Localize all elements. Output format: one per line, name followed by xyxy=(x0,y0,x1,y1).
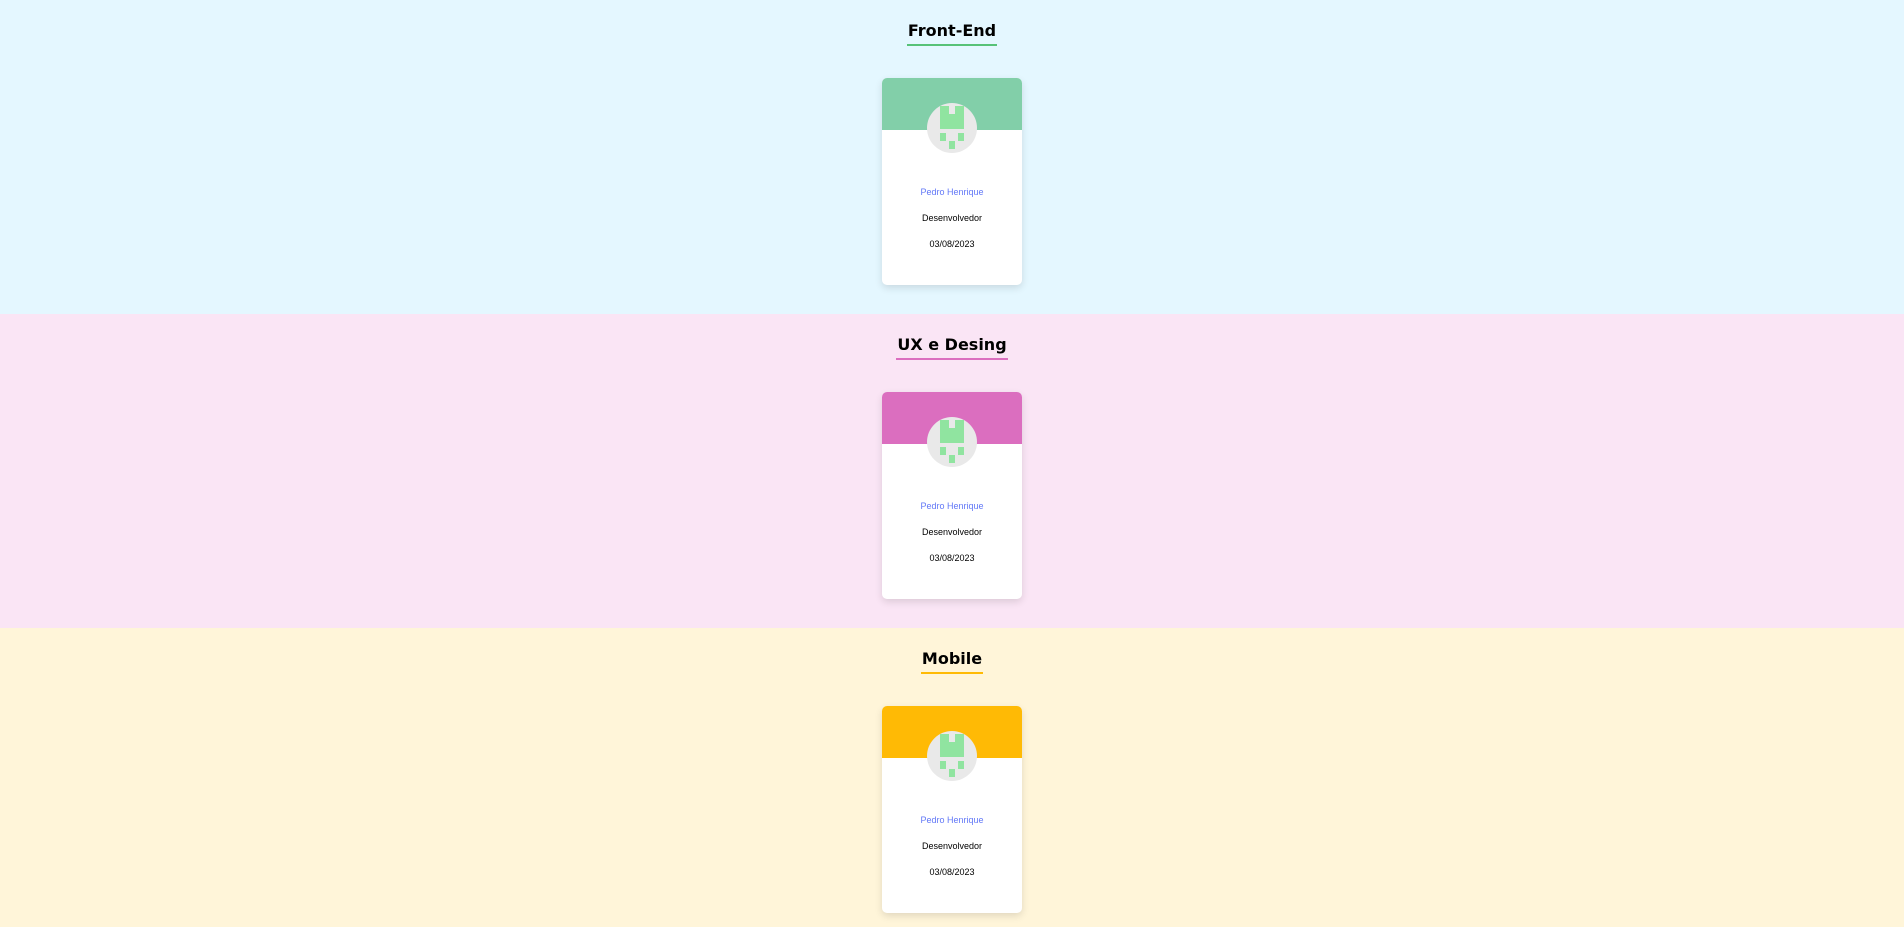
member-date: 03/08/2023 xyxy=(929,867,975,877)
section-title-text: Mobile xyxy=(920,649,984,674)
section-title-text: Front-End xyxy=(906,21,998,46)
member-date: 03/08/2023 xyxy=(929,553,975,563)
member-name: Pedro Henrique xyxy=(920,187,984,197)
member-role: Desenvolvedor xyxy=(921,841,983,851)
member-name: Pedro Henrique xyxy=(920,815,984,825)
broken-image-icon xyxy=(927,103,977,153)
section-title: Front-End xyxy=(0,20,1904,46)
member-role: Desenvolvedor xyxy=(921,527,983,537)
team-section-front-end: Front-End Pedro Henrique Desenvolvedor 0… xyxy=(0,0,1904,314)
broken-image-icon xyxy=(927,731,977,781)
team-section-ux-design: UX e Desing Pedro Henrique Desenvolvedor… xyxy=(0,314,1904,628)
member-name: Pedro Henrique xyxy=(920,501,984,511)
team-section-mobile: Mobile Pedro Henrique Desenvolvedor 03/0… xyxy=(0,628,1904,927)
member-role: Desenvolvedor xyxy=(921,213,983,223)
section-title: UX e Desing xyxy=(0,334,1904,360)
broken-image-icon xyxy=(927,417,977,467)
member-card: Pedro Henrique Desenvolvedor 03/08/2023 xyxy=(882,392,1022,599)
member-date: 03/08/2023 xyxy=(929,239,975,249)
member-card: Pedro Henrique Desenvolvedor 03/08/2023 xyxy=(882,78,1022,285)
member-card: Pedro Henrique Desenvolvedor 03/08/2023 xyxy=(882,706,1022,913)
section-title-text: UX e Desing xyxy=(896,335,1008,360)
section-title: Mobile xyxy=(0,648,1904,674)
